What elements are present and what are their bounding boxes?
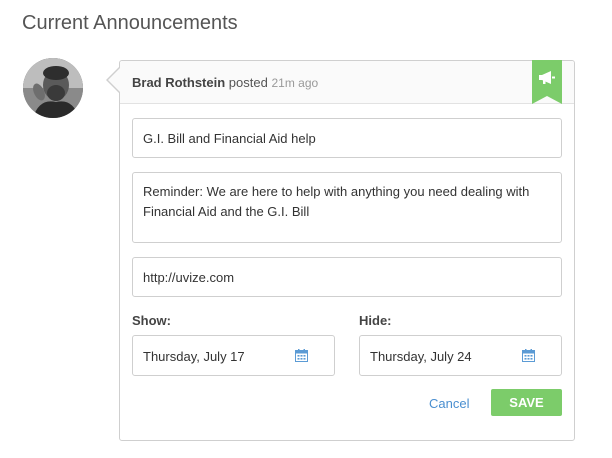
- posted-label: posted: [228, 75, 268, 90]
- hide-date-picker[interactable]: Thursday, July 24: [359, 335, 562, 376]
- avatar: [23, 58, 83, 118]
- announcement-title-input[interactable]: G.I. Bill and Financial Aid help: [132, 118, 562, 158]
- show-date-picker[interactable]: Thursday, July 17: [132, 335, 335, 376]
- announcement-header: Brad Rothstein posted 21m ago: [120, 60, 574, 104]
- announcement-card: Brad Rothstein posted 21m ago G.I. Bill …: [119, 60, 575, 441]
- avatar-photo: [23, 58, 83, 118]
- show-date-label: Show:: [132, 313, 171, 328]
- show-date-value: Thursday, July 17: [143, 349, 245, 364]
- page-title: Current Announcements: [22, 12, 238, 34]
- announcement-body-textarea[interactable]: Reminder: We are here to help with anyth…: [132, 172, 562, 243]
- cancel-link[interactable]: Cancel: [429, 396, 469, 411]
- calendar-icon[interactable]: [295, 349, 308, 362]
- announcement-url-input[interactable]: http://uvize.com: [132, 257, 562, 297]
- hide-date-label: Hide:: [359, 313, 392, 328]
- author-name[interactable]: Brad Rothstein: [132, 75, 225, 90]
- calendar-icon[interactable]: [522, 349, 535, 362]
- post-time: 21m ago: [271, 76, 319, 90]
- save-button[interactable]: SAVE: [491, 389, 562, 416]
- announcement-badge: [532, 60, 562, 104]
- hide-date-value: Thursday, July 24: [370, 349, 472, 364]
- megaphone-icon: [539, 71, 555, 84]
